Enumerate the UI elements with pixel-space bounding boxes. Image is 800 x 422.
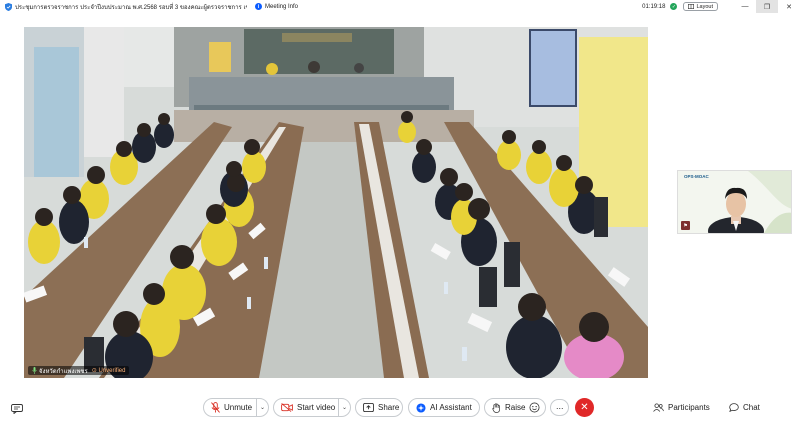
info-icon: i	[255, 3, 262, 10]
self-view-video[interactable]: OPS-MOAC ⚑	[677, 170, 792, 234]
leave-meeting-button[interactable]: ✕	[575, 398, 594, 417]
logo-abbr: OPS-MOAC	[684, 174, 709, 179]
ai-sparkle-icon	[416, 402, 426, 413]
meeting-timer: 01:19:18	[642, 3, 666, 10]
unverified-label: Unverified	[98, 368, 126, 374]
zoom-meeting-window: ประชุมการตรวจราชการ ประจำปีงบประมาณ พ.ศ.…	[0, 0, 800, 422]
mic-off-icon	[211, 402, 220, 413]
meeting-toolbar: Unmute ⌄ Start video ⌄ Share AI Assistan…	[0, 392, 800, 422]
chevron-down-icon[interactable]: ⌄	[256, 399, 268, 416]
close-window-button[interactable]: ✕	[778, 0, 800, 13]
participants-label: Participants	[668, 403, 710, 412]
unverified-icon: ⊙	[91, 368, 97, 374]
encryption-check-icon[interactable]: ✓	[670, 3, 678, 10]
mic-icon	[32, 367, 37, 374]
chat-label: Chat	[743, 403, 760, 412]
layout-label: Layout	[696, 3, 713, 10]
title-bar-controls: 01:19:18 ✓ Layout — ❐ ✕	[642, 0, 800, 13]
self-view-frame	[678, 171, 791, 233]
share-label: Share	[378, 403, 400, 412]
restore-button[interactable]: ❐	[756, 0, 778, 13]
grid-icon	[688, 4, 695, 9]
captions-icon[interactable]	[11, 401, 23, 415]
participants-icon	[653, 403, 664, 412]
raise-hand-button[interactable]: Raise	[484, 398, 546, 417]
participant-name: จังหวัดกำแพงเพชร	[39, 368, 88, 375]
meeting-info-label: Meeting Info	[265, 3, 299, 10]
start-video-button[interactable]: Start video ⌄	[273, 398, 351, 417]
flag-icon: ⚑	[681, 221, 690, 230]
ai-assistant-label: AI Assistant	[430, 403, 472, 412]
video-off-icon	[281, 403, 293, 412]
raise-label: Raise	[505, 403, 526, 412]
share-screen-icon	[363, 403, 374, 412]
start-video-label: Start video	[297, 403, 336, 412]
participants-button[interactable]: Participants	[653, 401, 710, 414]
ai-assistant-button[interactable]: AI Assistant	[408, 398, 480, 417]
share-button[interactable]: Share	[355, 398, 403, 417]
unmute-label: Unmute	[224, 403, 253, 412]
meeting-room-video-frame	[24, 27, 648, 378]
layout-button[interactable]: Layout	[683, 2, 718, 11]
minimize-button[interactable]: —	[734, 0, 756, 13]
shield-icon	[5, 2, 12, 11]
organization-logo: OPS-MOAC	[684, 174, 709, 179]
participant-name-tag: จังหวัดกำแพงเพชร ⊙ Unverified	[28, 366, 130, 375]
meeting-info-button[interactable]: i Meeting Info	[255, 3, 298, 10]
unverified-badge: ⊙ Unverified	[92, 367, 126, 374]
unmute-button[interactable]: Unmute ⌄	[203, 398, 269, 417]
hand-icon	[492, 402, 501, 413]
chat-icon	[729, 403, 739, 412]
title-bar: ประชุมการตรวจราชการ ประจำปีงบประมาณ พ.ศ.…	[0, 0, 800, 13]
active-speaker-video[interactable]: จังหวัดกำแพงเพชร ⊙ Unverified	[24, 27, 648, 378]
reactions-icon[interactable]	[529, 402, 540, 413]
chat-button[interactable]: Chat	[729, 401, 760, 414]
meeting-title: ประชุมการตรวจราชการ ประจำปีงบประมาณ พ.ศ.…	[15, 4, 247, 11]
more-options-button[interactable]: ···	[550, 399, 569, 416]
chevron-down-icon[interactable]: ⌄	[338, 399, 350, 416]
